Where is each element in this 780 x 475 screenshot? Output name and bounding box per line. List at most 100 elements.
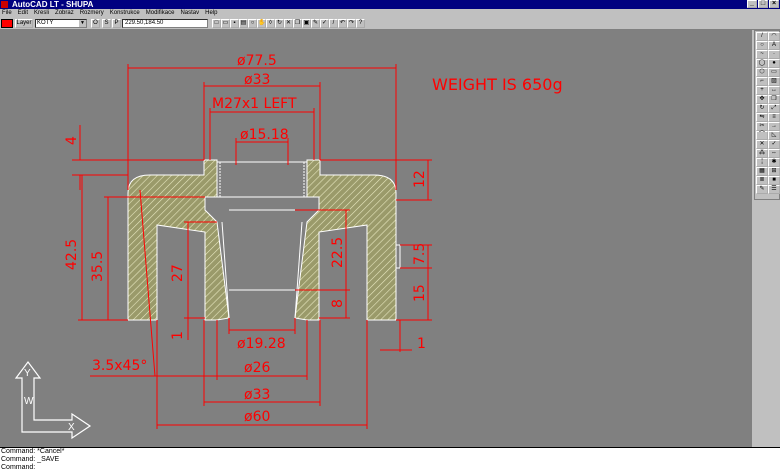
dim-h1-left: 1	[170, 331, 186, 340]
check-tool-icon[interactable]: ✓	[768, 140, 780, 149]
menu-bar: File Edit Kresli Zobraz Rozmery Konstruk…	[0, 9, 780, 18]
properties-tool-icon[interactable]: ≣	[756, 176, 768, 185]
text-tool-icon[interactable]: A	[768, 41, 780, 50]
dim-h1-right: 1	[417, 336, 426, 352]
extend-tool-icon[interactable]: →	[768, 122, 780, 131]
check-icon[interactable]: ✓	[320, 19, 329, 28]
spline-tool-icon[interactable]: ~	[756, 50, 768, 59]
command-prompt[interactable]: Command:	[1, 464, 780, 472]
part-section	[127, 159, 401, 321]
drawing-canvas[interactable]: ø77.5 ø33 M27x1 LEFT ø15.18 WEIGHT IS 65…	[0, 30, 752, 447]
ucs-x-label: X	[68, 422, 75, 433]
tool-buttons: □ ▭ ▪ ▤ ○ ✋ ◊ ↻ ✕ ❐ ▣ ✎ ✓ / ↶ ↷ ?	[212, 19, 365, 28]
layer-dropdown[interactable]: KOTY ▼	[35, 19, 87, 28]
scale-tool-icon[interactable]: ⤢	[768, 104, 780, 113]
drawing-area[interactable]: ø77.5 ø33 M27x1 LEFT ø15.18 WEIGHT IS 65…	[0, 30, 752, 447]
chevron-down-icon[interactable]: ▼	[79, 20, 86, 27]
erase-tool-icon[interactable]: ✕	[756, 140, 768, 149]
donut-tool-icon[interactable]: ●	[768, 59, 780, 68]
thread-label: M27x1 LEFT	[212, 96, 297, 112]
print-icon[interactable]: ▤	[239, 19, 248, 28]
pencil-icon[interactable]: ✎	[311, 19, 320, 28]
zoom-window-icon[interactable]: ◊	[266, 19, 275, 28]
redo-icon[interactable]: ↷	[347, 19, 356, 28]
line-tool-icon[interactable]: /	[756, 32, 768, 41]
current-color-swatch[interactable]	[1, 19, 13, 28]
color-tool-icon[interactable]: ■	[768, 176, 780, 185]
undo-icon[interactable]: ↶	[338, 19, 347, 28]
dimension-tool-icon[interactable]: ↔	[768, 86, 780, 95]
menu-file[interactable]: File	[2, 9, 12, 18]
array-tool-icon[interactable]: ⁂	[756, 149, 768, 158]
menu-edit[interactable]: Edit	[18, 9, 28, 18]
dim-d15-18: ø15.18	[240, 127, 289, 143]
menu-kresli[interactable]: Kresli	[34, 9, 49, 18]
open-icon[interactable]: ▭	[221, 19, 230, 28]
chamfer-tool-icon[interactable]: ◺	[768, 131, 780, 140]
command-window[interactable]: Command: *Cancel* Command: _SAVE Command…	[0, 447, 780, 475]
break-tool-icon[interactable]: ╎	[756, 158, 768, 167]
autocad-app-icon[interactable]	[1, 1, 8, 8]
move-tool-icon[interactable]: ✥	[756, 95, 768, 104]
circle-tool-icon[interactable]: ○	[756, 41, 768, 50]
pan-icon[interactable]: ✋	[257, 19, 266, 28]
rectangle-tool-icon[interactable]: ▭	[768, 68, 780, 77]
zoom-icon[interactable]: ○	[248, 19, 257, 28]
dim-h8: 8	[330, 299, 346, 308]
close-button[interactable]: ×	[769, 0, 779, 8]
menu-konstrukce[interactable]: Konstrukce	[110, 9, 140, 18]
menu-nastav[interactable]: Nastav	[180, 9, 199, 18]
ellipse-tool-icon[interactable]: ◯	[756, 59, 768, 68]
dim-h27: 27	[170, 264, 186, 282]
command-line-2: Command: _SAVE	[1, 456, 60, 463]
cross-tool-icon[interactable]: +	[756, 86, 768, 95]
help-icon[interactable]: ?	[356, 19, 365, 28]
draw-tool-palette: / ◠ ○ A ~ · ◯ ● ⬡ ▭ ⌐ ▨ + ↔ ✥ ❐ ↻ ⤢ ⇋ ≡ …	[754, 30, 780, 200]
paper-toggle[interactable]: P	[112, 19, 121, 28]
polygon-tool-icon[interactable]: ⬡	[756, 68, 768, 77]
menu-help[interactable]: Help	[205, 9, 217, 18]
insert-tool-icon[interactable]: ⊞	[768, 167, 780, 176]
maximize-button[interactable]: □	[758, 0, 768, 8]
hatch-tool-icon[interactable]: ▨	[768, 77, 780, 86]
stretch-tool-icon[interactable]: ⇔	[768, 149, 780, 158]
menu-modifikace[interactable]: Modifikace	[146, 9, 175, 18]
dim-d60: ø60	[244, 409, 270, 425]
measure-icon[interactable]: /	[329, 19, 338, 28]
dim-d33-bottom: ø33	[244, 387, 270, 403]
save-icon[interactable]: ▪	[230, 19, 239, 28]
redraw-icon[interactable]: ↻	[275, 19, 284, 28]
copy-tool-icon[interactable]: ❐	[768, 95, 780, 104]
edit-tool-icon[interactable]: ✎	[756, 185, 768, 194]
point-tool-icon[interactable]: ·	[768, 50, 780, 59]
dim-h12: 12	[412, 170, 428, 188]
fillet-tool-icon[interactable]: ⌒	[756, 131, 768, 140]
title-bar: AutoCAD LT - SHUPA _ □ ×	[0, 0, 780, 9]
menu-rozmery[interactable]: Rozmery	[80, 9, 104, 18]
ucs-w-label: W	[24, 396, 34, 407]
menu-zobraz[interactable]: Zobraz	[55, 9, 74, 18]
mirror-tool-icon[interactable]: ⇋	[756, 113, 768, 122]
command-line-1: Command: *Cancel*	[1, 448, 65, 455]
ortho-toggle[interactable]: O	[91, 19, 100, 28]
copy-icon[interactable]: ❐	[293, 19, 302, 28]
polyline-tool-icon[interactable]: ⌐	[756, 77, 768, 86]
list-tool-icon[interactable]: ☰	[768, 185, 780, 194]
explode-tool-icon[interactable]: ✱	[768, 158, 780, 167]
dim-h7-5: 7.5	[412, 243, 428, 265]
trim-tool-icon[interactable]: ✂	[756, 122, 768, 131]
new-icon[interactable]: □	[212, 19, 221, 28]
rotate-tool-icon[interactable]: ↻	[756, 104, 768, 113]
ucs-icon: Y W X	[14, 361, 92, 440]
layer-button[interactable]: Layer	[15, 19, 33, 28]
arc-tool-icon[interactable]: ◠	[768, 32, 780, 41]
snap-toggle[interactable]: S	[102, 19, 111, 28]
block-tool-icon[interactable]: ▦	[756, 167, 768, 176]
offset-tool-icon[interactable]: ≡	[768, 113, 780, 122]
dim-h4: 4	[64, 136, 80, 145]
minimize-button[interactable]: _	[747, 0, 757, 8]
weight-note: WEIGHT IS 650g	[432, 75, 563, 94]
paste-icon[interactable]: ▣	[302, 19, 311, 28]
dim-d33-top: ø33	[244, 72, 270, 88]
cut-icon[interactable]: ✕	[284, 19, 293, 28]
